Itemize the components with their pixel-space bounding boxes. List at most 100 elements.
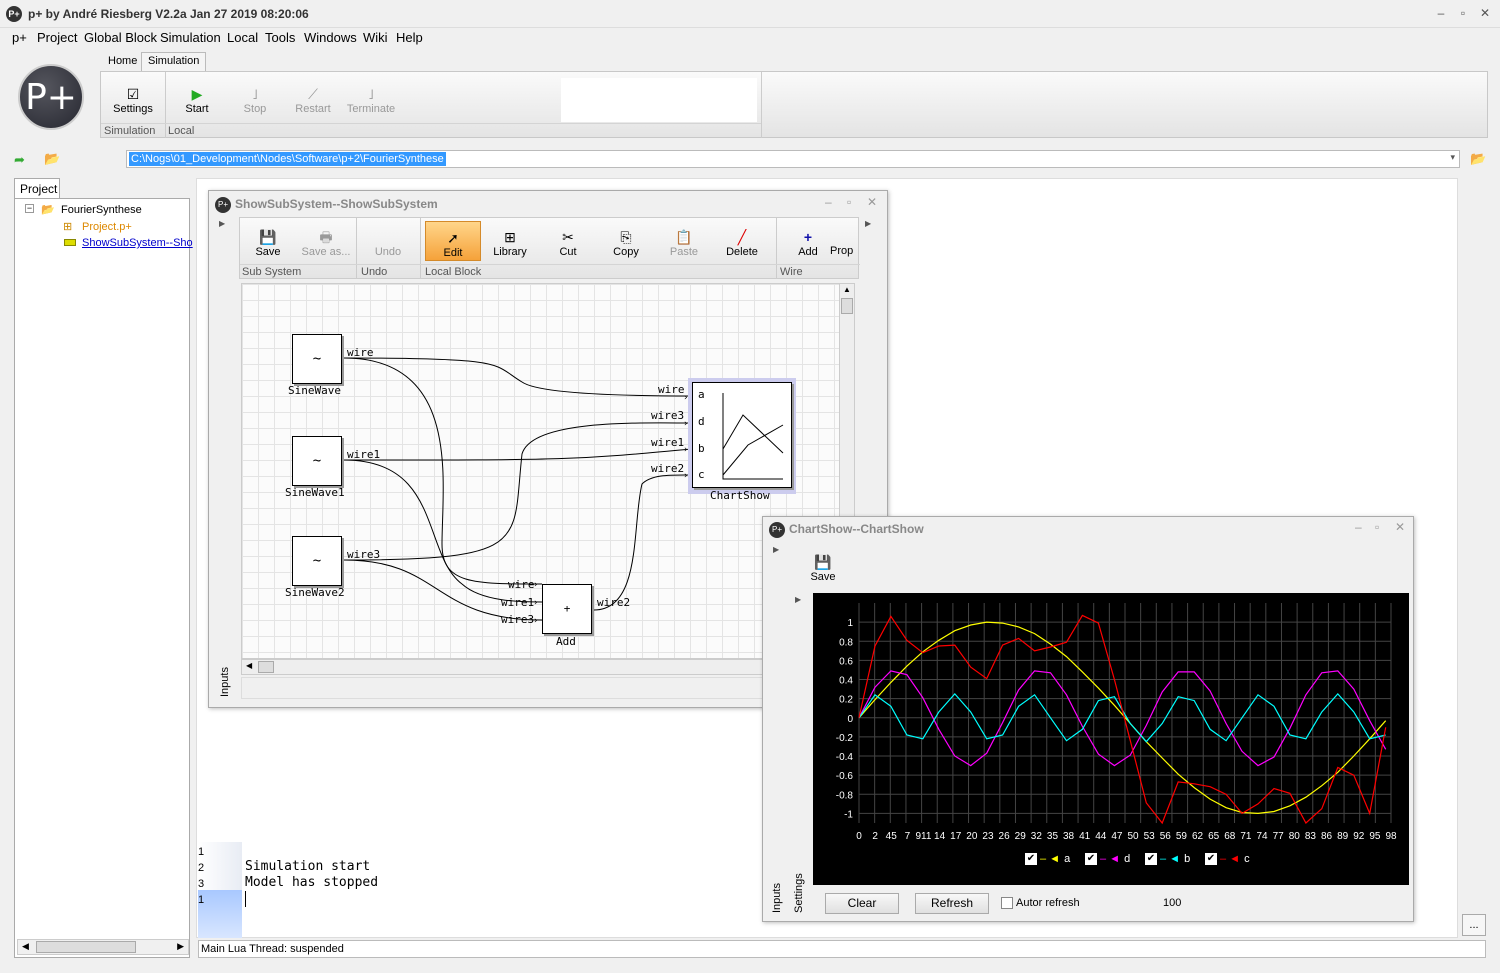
path-input[interactable]: C:\Nogs\01_Development\Nodes\Software\p+… bbox=[126, 150, 1460, 168]
save-as-label: Save as... bbox=[301, 246, 351, 258]
save-as-button[interactable]: 🖶 Save as... bbox=[296, 228, 356, 258]
chartshow-block[interactable] bbox=[692, 382, 792, 488]
tree-root[interactable]: FourierSynthese bbox=[61, 204, 142, 216]
series-line-c bbox=[858, 614, 1387, 825]
legend-checkbox[interactable]: ✔ bbox=[1085, 853, 1097, 866]
legend-item-a[interactable]: ✔ – ◄ a bbox=[1025, 853, 1070, 869]
restart-button[interactable]: ⟋ Restart bbox=[285, 85, 341, 115]
menu-help[interactable]: Help bbox=[396, 30, 423, 45]
scroll-thumb[interactable] bbox=[36, 941, 136, 953]
legend-item-b[interactable]: ✔ – ◄ b bbox=[1145, 853, 1190, 869]
open-folder-icon[interactable]: 📂 bbox=[44, 151, 60, 167]
browse-folder-icon[interactable]: 📂 bbox=[1470, 151, 1486, 167]
block-canvas[interactable]: › › › › › › › ~ SineWave ~ SineWave1 ~ SineWa… bbox=[241, 283, 841, 659]
tab-inputs[interactable]: Inputs bbox=[219, 667, 231, 697]
wire-d[interactable] bbox=[343, 422, 693, 561]
sinewave2-block[interactable]: ~ bbox=[292, 536, 342, 586]
legend-checkbox[interactable]: ✔ bbox=[1145, 853, 1157, 866]
legend-checkbox[interactable]: ✔ bbox=[1205, 853, 1217, 866]
close-icon[interactable]: ✕ bbox=[1476, 4, 1494, 22]
clear-button[interactable]: Clear bbox=[825, 893, 899, 914]
autorefresh-checkbox[interactable] bbox=[1001, 897, 1013, 909]
menu-wiki[interactable]: Wiki bbox=[363, 30, 388, 45]
chartshow-window-icon: P+ bbox=[769, 522, 785, 538]
canvas-hscroll[interactable]: ◀ bbox=[241, 659, 841, 675]
terminate-button[interactable]: ˩ Terminate bbox=[343, 85, 399, 115]
vscroll-thumb[interactable] bbox=[841, 298, 853, 314]
scroll-left-icon[interactable]: ◀ bbox=[22, 941, 29, 952]
wire-a[interactable] bbox=[343, 357, 693, 397]
start-button[interactable]: ▶ Start bbox=[169, 85, 225, 115]
expand-arrow-icon[interactable]: ▶ bbox=[773, 545, 779, 554]
tab-project[interactable]: Project bbox=[14, 178, 60, 198]
hscroll-thumb[interactable] bbox=[258, 661, 274, 673]
expand-arrow-icon[interactable]: ▶ bbox=[219, 219, 225, 228]
chevron-down-icon[interactable]: ▾ bbox=[1450, 152, 1455, 163]
wire-b[interactable] bbox=[343, 448, 693, 461]
chart-input-wire3: wire3 bbox=[651, 409, 685, 422]
wire-c[interactable] bbox=[593, 474, 693, 611]
tree-item-subsystem[interactable]: ShowSubSystem--Sho bbox=[82, 237, 193, 249]
menu-simulation[interactable]: Simulation bbox=[160, 30, 221, 45]
paste-icon: 📋 bbox=[675, 229, 693, 245]
legend-item-c[interactable]: ✔ – ◄ c bbox=[1205, 853, 1250, 869]
add-block[interactable]: + bbox=[542, 584, 592, 634]
close-icon[interactable]: ✕ bbox=[1395, 520, 1405, 534]
settings-button[interactable]: ☑ Settings bbox=[105, 85, 161, 115]
maximize-icon[interactable]: ▫ bbox=[1375, 520, 1379, 534]
expand-arrow-icon-2[interactable]: ▶ bbox=[795, 595, 801, 604]
legend-item-d[interactable]: ✔ – ◄ d bbox=[1085, 853, 1130, 869]
maximize-icon[interactable]: ▫ bbox=[1454, 4, 1472, 22]
menu-windows[interactable]: Windows bbox=[304, 30, 357, 45]
menu-tools[interactable]: Tools bbox=[265, 30, 295, 45]
legend-checkbox[interactable]: ✔ bbox=[1025, 853, 1037, 866]
ribbon: ☑ Settings ▶ Start ˩ Stop ⟋ Restart ˩ Termina… bbox=[100, 71, 1488, 138]
stop-button[interactable]: ˩ Stop bbox=[227, 85, 283, 115]
tree-scrollbar[interactable]: ◀ ▶ bbox=[17, 939, 189, 955]
edit-button[interactable]: ➚ Edit bbox=[425, 221, 481, 261]
properties-button[interactable]: Prop bbox=[830, 245, 860, 257]
tab-chart-settings[interactable]: Settings bbox=[793, 873, 805, 913]
minimize-icon[interactable]: – bbox=[825, 195, 832, 209]
delete-button[interactable]: ╱ Delete bbox=[714, 228, 770, 258]
minimize-icon[interactable]: – bbox=[1355, 520, 1362, 534]
chart-input-wire1: wire1 bbox=[651, 436, 685, 449]
chart-save-button[interactable]: 💾 Save bbox=[795, 553, 851, 583]
expand-arrow-icon-right[interactable]: ▶ bbox=[865, 219, 871, 228]
x-tick-label: 26 bbox=[999, 831, 1011, 842]
menu-global-block[interactable]: Global Block bbox=[84, 30, 157, 45]
library-button[interactable]: ⊞ Library bbox=[482, 228, 538, 258]
copy-button[interactable]: ⎘ Copy bbox=[598, 228, 654, 258]
x-tick-label: 47 bbox=[1111, 831, 1123, 842]
menu-pplus[interactable]: p+ bbox=[12, 30, 27, 45]
save-button[interactable]: 💾 Save bbox=[240, 228, 296, 258]
sinewave1-block[interactable]: ~ bbox=[292, 436, 342, 486]
maximize-icon[interactable]: ▫ bbox=[847, 195, 851, 209]
close-icon[interactable]: ✕ bbox=[867, 195, 877, 209]
run-project-icon[interactable]: ➦ bbox=[14, 152, 25, 168]
sinewave-block[interactable]: ~ bbox=[292, 334, 342, 384]
y-tick-label: 0.4 bbox=[839, 676, 853, 687]
more-button[interactable]: ... bbox=[1462, 914, 1486, 936]
scroll-up-icon[interactable]: ▲ bbox=[843, 285, 851, 294]
tree-item-project[interactable]: Project.p+ bbox=[82, 221, 132, 233]
line-numbers: 1 2 3 1 bbox=[198, 844, 204, 908]
undo-button[interactable]: Undo bbox=[360, 228, 416, 258]
scroll-left-icon[interactable]: ◀ bbox=[246, 661, 252, 670]
scroll-right-icon[interactable]: ▶ bbox=[177, 941, 184, 952]
collapse-icon[interactable]: − bbox=[25, 204, 34, 213]
tab-chart-inputs[interactable]: Inputs bbox=[771, 883, 783, 913]
minimize-icon[interactable]: – bbox=[1432, 4, 1450, 22]
tab-home[interactable]: Home bbox=[101, 52, 144, 71]
cut-button[interactable]: ✂ Cut bbox=[540, 228, 596, 258]
console-output[interactable]: Simulation start Model has stopped bbox=[245, 843, 378, 907]
paste-button[interactable]: 📋 Paste bbox=[656, 228, 712, 258]
tab-simulation[interactable]: Simulation bbox=[141, 52, 207, 71]
menu-project[interactable]: Project bbox=[37, 30, 77, 45]
print-icon: 🖶 bbox=[319, 229, 333, 245]
group-local-label: Local bbox=[168, 125, 195, 137]
add-wire-button[interactable]: + Add bbox=[780, 228, 836, 258]
menu-local[interactable]: Local bbox=[227, 30, 258, 45]
refresh-button[interactable]: Refresh bbox=[915, 893, 989, 914]
port-c: c bbox=[698, 468, 705, 481]
